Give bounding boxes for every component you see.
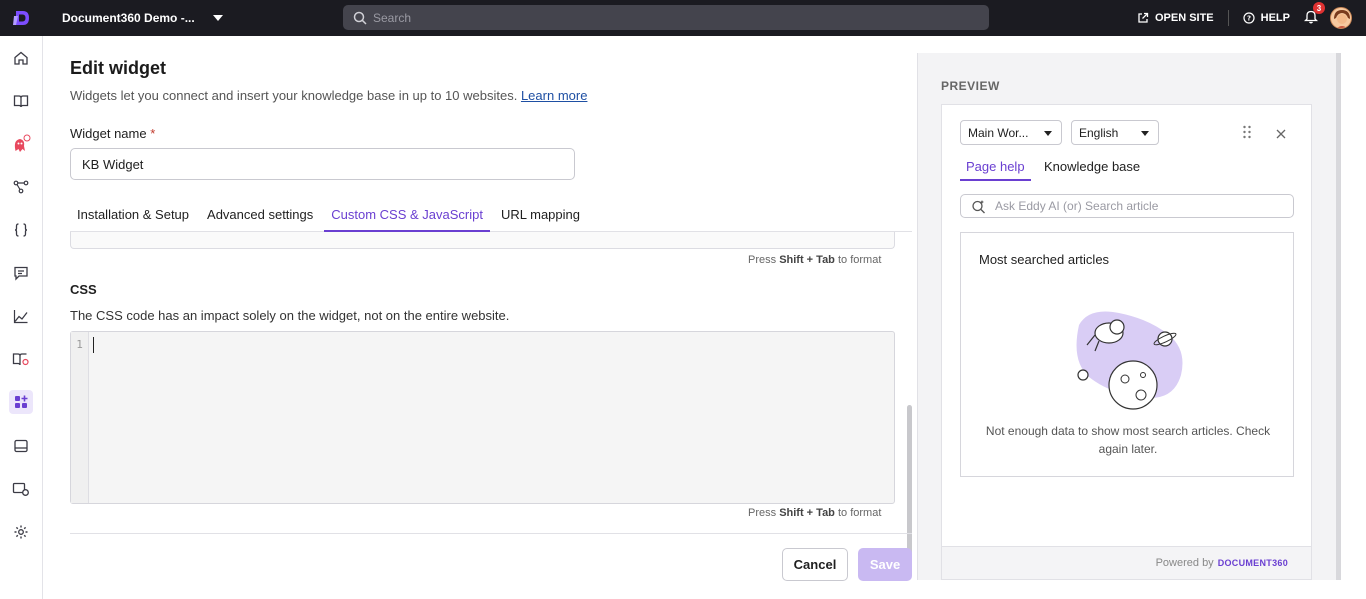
line-number-gutter: 1 (71, 332, 89, 503)
widget-preview: Main Wor... English Page help Knowledge … (941, 104, 1312, 580)
chevron-down-icon (1044, 131, 1052, 136)
logo-icon (13, 11, 29, 25)
subtitle-text: Widgets let you connect and insert your … (70, 88, 518, 103)
widget-name-value: KB Widget (82, 156, 144, 172)
global-search[interactable]: Search (343, 5, 989, 30)
analytics-icon[interactable] (9, 304, 33, 328)
avatar[interactable] (1330, 7, 1352, 29)
line-number: 1 (76, 338, 83, 351)
format-hint-js: Press Shift + Tab to format (748, 254, 881, 266)
content-scrollbar[interactable] (907, 405, 912, 557)
external-link-icon (1138, 12, 1149, 23)
format-hint-css: Press Shift + Tab to format (748, 507, 881, 519)
close-icon[interactable] (1276, 127, 1286, 142)
widget-name-label-text: Widget name (70, 126, 147, 141)
tab-custom-css-javascript[interactable]: Custom CSS & JavaScript (324, 199, 490, 232)
tab-knowledge-base[interactable]: Knowledge base (1044, 159, 1140, 181)
cancel-button[interactable]: Cancel (782, 548, 848, 581)
learn-more-link[interactable]: Learn more (521, 88, 587, 103)
help-icon: ? (1243, 12, 1255, 24)
settings-gear-icon[interactable] (9, 520, 33, 544)
divider (1227, 10, 1229, 26)
most-searched-title: Most searched articles (979, 252, 1110, 267)
workspace-select[interactable]: Main Wor... (960, 120, 1062, 145)
preview-label: PREVIEW (941, 79, 1000, 93)
portal-settings-icon[interactable] (9, 477, 33, 501)
css-section-description: The CSS code has an impact solely on the… (70, 308, 510, 323)
chevron-down-icon (212, 15, 223, 21)
javascript-editor[interactable] (70, 232, 895, 249)
footer-divider (70, 533, 912, 534)
help-label: HELP (1260, 12, 1290, 24)
knowledge-base-icon[interactable] (9, 347, 33, 371)
search-icon (353, 11, 367, 25)
widget-name-input[interactable]: KB Widget (70, 148, 575, 180)
search-placeholder: Search (373, 10, 412, 25)
project-switcher[interactable]: Document360 Demo -... (62, 11, 343, 25)
eddy-ai-icon[interactable] (9, 132, 33, 156)
ai-search-icon (972, 199, 985, 213)
document360-brand-logo: DOCUMENT360 (1217, 558, 1288, 568)
empty-state-message: Not enough data to show most search arti… (985, 424, 1271, 456)
user-avatar-icon (1331, 8, 1351, 28)
most-searched-articles: Most searched articles Not enough data t… (960, 232, 1294, 477)
help-link[interactable]: ? HELP (1243, 12, 1290, 24)
widget-name-label: Widget name * (70, 126, 155, 141)
main-content: Edit widget Widgets let you connect and … (43, 36, 917, 599)
powered-by-text: Powered by (1155, 557, 1214, 569)
project-name: Document360 Demo -... (62, 11, 195, 25)
preview-search-placeholder: Ask Eddy AI (or) Search article (995, 199, 1159, 213)
page-scrollbar[interactable] (1336, 53, 1366, 580)
page-subtitle: Widgets let you connect and insert your … (70, 88, 587, 103)
hint-to: to format (837, 254, 882, 266)
workspace-select-value: Main Wor... (968, 125, 1029, 140)
tab-page-help[interactable]: Page help (960, 159, 1031, 181)
tab-content-scroll[interactable]: Press Shift + Tab to format CSS The CSS … (70, 232, 912, 524)
svg-text:?: ? (1247, 15, 1251, 23)
widget-tabs: Installation & Setup Advanced settings C… (70, 199, 912, 232)
hint-press: Press (748, 507, 777, 519)
home-icon[interactable] (9, 46, 33, 70)
required-mark: * (150, 126, 156, 141)
powered-by-footer: Powered by DOCUMENT360 (942, 546, 1311, 579)
preview-search-input[interactable]: Ask Eddy AI (or) Search article (960, 194, 1294, 218)
workflow-icon[interactable] (9, 175, 33, 199)
hint-keys: Shift + Tab (779, 507, 835, 519)
notification-badge: 3 (1313, 2, 1325, 14)
notifications-button[interactable]: 3 (1303, 2, 1325, 27)
preview-panel: PREVIEW Main Wor... English Page help Kn… (917, 53, 1336, 580)
empty-state-illustration (1076, 311, 1183, 410)
top-bar: Document360 Demo -... Search OPEN SITE ?… (0, 0, 1366, 36)
document360-logo[interactable] (0, 0, 44, 36)
tab-advanced-settings[interactable]: Advanced settings (200, 199, 320, 232)
layout-icon[interactable] (9, 434, 33, 458)
hint-press: Press (748, 254, 777, 266)
api-braces-icon[interactable] (9, 218, 33, 242)
open-site-label: OPEN SITE (1154, 12, 1214, 24)
language-select[interactable]: English (1071, 120, 1159, 145)
left-navigation (0, 36, 43, 599)
comments-icon[interactable] (9, 261, 33, 285)
css-section-title: CSS (70, 282, 97, 297)
hint-to: to format (837, 507, 882, 519)
book-icon[interactable] (9, 89, 33, 113)
css-code-editor[interactable]: 1 (70, 331, 895, 504)
tab-installation-setup[interactable]: Installation & Setup (70, 199, 196, 232)
page-scrollbar-thumb[interactable] (1336, 53, 1341, 580)
widgets-icon[interactable] (9, 390, 33, 414)
open-site-link[interactable]: OPEN SITE (1137, 12, 1214, 24)
chevron-down-icon (1141, 131, 1149, 136)
hint-keys: Shift + Tab (779, 254, 835, 266)
page-title: Edit widget (70, 58, 166, 78)
drag-handle-icon[interactable] (1242, 125, 1252, 142)
text-cursor (93, 337, 94, 353)
tab-url-mapping[interactable]: URL mapping (494, 199, 587, 232)
save-button[interactable]: Save (858, 548, 912, 581)
language-select-value: English (1079, 125, 1119, 140)
